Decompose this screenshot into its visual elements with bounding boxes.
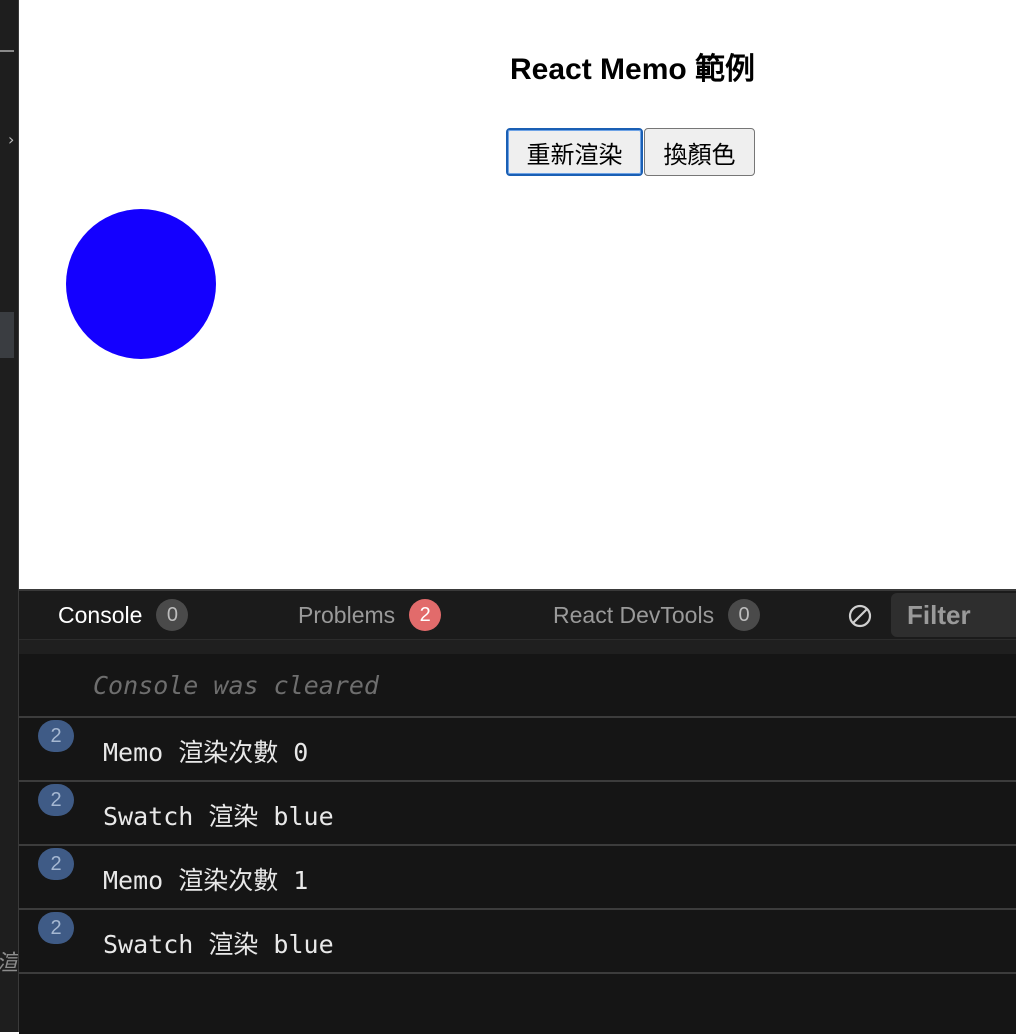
- editor-text-fragment: 渲: [0, 945, 18, 977]
- tab-problems[interactable]: Problems 2: [298, 591, 442, 639]
- editor-side-strip: › 渲: [0, 0, 19, 1032]
- console-panel: Console 0 Problems 2 React DevTools 0 Fi…: [19, 589, 1016, 1034]
- repeat-count-badge: 2: [38, 784, 74, 816]
- log-message: Memo 渲染次數 0: [103, 738, 309, 767]
- log-message: Memo 渲染次數 1: [103, 866, 309, 895]
- repeat-count-badge: 2: [38, 720, 74, 752]
- filter-input[interactable]: Filter: [891, 593, 1016, 637]
- log-message: Swatch 渲染 blue: [103, 802, 334, 831]
- log-entry: 2 Swatch 渲染 blue: [19, 782, 1016, 846]
- panel-tabs: Console 0 Problems 2 React DevTools 0 Fi…: [19, 591, 1016, 640]
- preview-pane: React Memo 範例 重新渲染 換顏色: [19, 0, 1016, 589]
- tab-count-badge: 0: [156, 599, 189, 631]
- tab-count-badge: 2: [409, 599, 442, 631]
- editor-highlight: [0, 312, 14, 358]
- tab-label: React DevTools: [553, 601, 715, 628]
- log-entry: 2 Swatch 渲染 blue: [19, 910, 1016, 974]
- log-entry: 2 Memo 渲染次數 1: [19, 846, 1016, 910]
- change-color-button[interactable]: 換顏色: [644, 128, 755, 176]
- console-log: Console was cleared 2 Memo 渲染次數 0 2 Swat…: [19, 654, 1016, 974]
- console-toolbar-gap: [19, 640, 1016, 654]
- color-swatch: [66, 209, 216, 359]
- console-cleared-message: Console was cleared: [19, 654, 1016, 718]
- editor-divider: [0, 50, 14, 52]
- tab-count-badge: 0: [728, 599, 761, 631]
- chevron-right-icon[interactable]: ›: [8, 130, 14, 149]
- log-entry: 2 Memo 渲染次數 0: [19, 718, 1016, 782]
- clear-console-icon[interactable]: [847, 603, 873, 629]
- repeat-count-badge: 2: [38, 912, 74, 944]
- tab-console[interactable]: Console 0: [58, 591, 189, 639]
- tab-label: Console: [58, 601, 143, 628]
- rerender-button[interactable]: 重新渲染: [506, 128, 643, 176]
- button-row: 重新渲染 換顏色: [506, 128, 755, 176]
- tab-react-devtools[interactable]: React DevTools 0: [553, 591, 761, 639]
- repeat-count-badge: 2: [38, 848, 74, 880]
- page-title: React Memo 範例: [509, 53, 756, 86]
- log-message: Swatch 渲染 blue: [103, 930, 334, 959]
- tab-label: Problems: [298, 601, 396, 628]
